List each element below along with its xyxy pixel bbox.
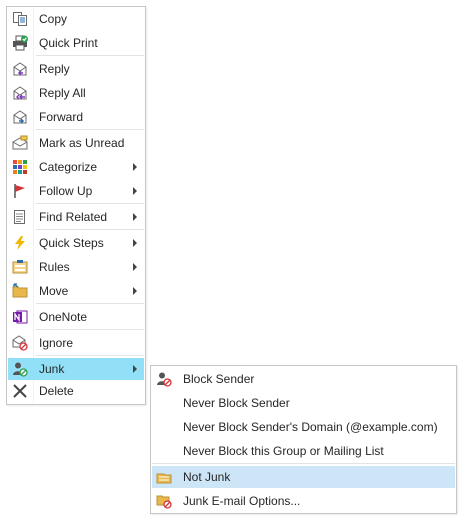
menu-item-label: Never Block Sender's Domain (@example.co… — [183, 420, 438, 434]
menu-item-label: Block Sender — [183, 372, 255, 386]
menu-separator — [36, 129, 144, 130]
flag-icon — [12, 183, 28, 199]
context-menu: Copy Quick Print Reply Reply All Forward… — [6, 6, 146, 405]
junk-options-icon — [156, 493, 172, 509]
menu-separator — [36, 229, 144, 230]
menu-item-label: Reply All — [39, 86, 86, 100]
menu-item-label: Rules — [39, 260, 70, 274]
submenu-arrow-icon — [133, 213, 137, 221]
submenu-arrow-icon — [133, 163, 137, 171]
block-sender-icon — [156, 371, 172, 387]
menu-separator — [36, 355, 144, 356]
submenu-item-not-junk[interactable]: Not Junk — [152, 466, 455, 488]
rules-icon — [12, 259, 28, 275]
menu-item-quick-steps[interactable]: Quick Steps — [8, 232, 144, 254]
menu-item-label: Quick Steps — [39, 236, 104, 250]
menu-item-find-related[interactable]: Find Related — [8, 206, 144, 228]
menu-item-follow-up[interactable]: Follow Up — [8, 180, 144, 202]
submenu-arrow-icon — [133, 187, 137, 195]
menu-separator — [36, 329, 144, 330]
quick-print-icon — [12, 35, 28, 51]
menu-item-label: Ignore — [39, 336, 74, 350]
menu-item-label: Reply — [39, 62, 70, 76]
reply-all-icon — [12, 85, 28, 101]
onenote-icon — [12, 309, 28, 325]
delete-icon — [12, 383, 28, 399]
menu-separator — [152, 463, 455, 464]
menu-item-label: Follow Up — [39, 184, 93, 198]
menu-item-label: Quick Print — [39, 36, 98, 50]
menu-item-onenote[interactable]: OneNote — [8, 306, 144, 328]
menu-separator — [36, 303, 144, 304]
menu-item-label: Junk — [39, 362, 65, 376]
menu-separator — [36, 203, 144, 204]
menu-item-label: Never Block Sender — [183, 396, 290, 410]
menu-item-label: Forward — [39, 110, 84, 124]
menu-item-label: Mark as Unread — [39, 136, 125, 150]
menu-item-copy[interactable]: Copy — [8, 8, 144, 30]
submenu-arrow-icon — [133, 365, 137, 373]
lightning-icon — [12, 235, 28, 251]
submenu-item-never-block-sender[interactable]: Never Block Sender — [152, 392, 455, 414]
copy-icon — [12, 11, 28, 27]
menu-item-label: Copy — [39, 12, 68, 26]
submenu-arrow-icon — [133, 239, 137, 247]
menu-item-label: OneNote — [39, 310, 88, 324]
menu-item-move[interactable]: Move — [8, 280, 144, 302]
menu-item-reply-all[interactable]: Reply All — [8, 82, 144, 104]
menu-item-categorize[interactable]: Categorize — [8, 156, 144, 178]
ignore-icon — [12, 335, 28, 351]
menu-item-label: Delete — [39, 384, 74, 398]
forward-icon — [12, 109, 28, 125]
menu-item-label: Never Block this Group or Mailing List — [183, 444, 384, 458]
menu-item-delete[interactable]: Delete — [8, 380, 144, 402]
menu-separator — [36, 55, 144, 56]
submenu-item-block-sender[interactable]: Block Sender — [152, 368, 455, 390]
menu-item-label: Junk E-mail Options... — [183, 494, 301, 508]
menu-item-label: Not Junk — [183, 470, 231, 484]
menu-item-junk[interactable]: Junk — [8, 358, 144, 380]
menu-item-label: Find Related — [39, 210, 108, 224]
submenu-item-never-block-domain[interactable]: Never Block Sender's Domain (@example.co… — [152, 416, 455, 438]
reply-icon — [12, 61, 28, 77]
mark-unread-icon — [12, 135, 28, 151]
menu-item-quick-print[interactable]: Quick Print — [8, 32, 144, 54]
submenu-item-never-block-group[interactable]: Never Block this Group or Mailing List — [152, 440, 455, 462]
folder-move-icon — [12, 283, 28, 299]
menu-item-reply[interactable]: Reply — [8, 58, 144, 80]
menu-item-ignore[interactable]: Ignore — [8, 332, 144, 354]
menu-item-label: Categorize — [39, 160, 98, 174]
menu-item-forward[interactable]: Forward — [8, 106, 144, 128]
menu-item-mark-unread[interactable]: Mark as Unread — [8, 132, 144, 154]
menu-item-rules[interactable]: Rules — [8, 256, 144, 278]
categorize-icon — [12, 159, 28, 175]
submenu-item-junk-options[interactable]: Junk E-mail Options... — [152, 490, 455, 512]
junk-submenu: Block Sender Never Block Sender Never Bl… — [150, 365, 457, 514]
junk-icon — [12, 361, 28, 377]
not-junk-icon — [156, 469, 172, 485]
menu-item-label: Move — [39, 284, 69, 298]
find-related-icon — [12, 209, 28, 225]
submenu-arrow-icon — [133, 287, 137, 295]
submenu-arrow-icon — [133, 263, 137, 271]
